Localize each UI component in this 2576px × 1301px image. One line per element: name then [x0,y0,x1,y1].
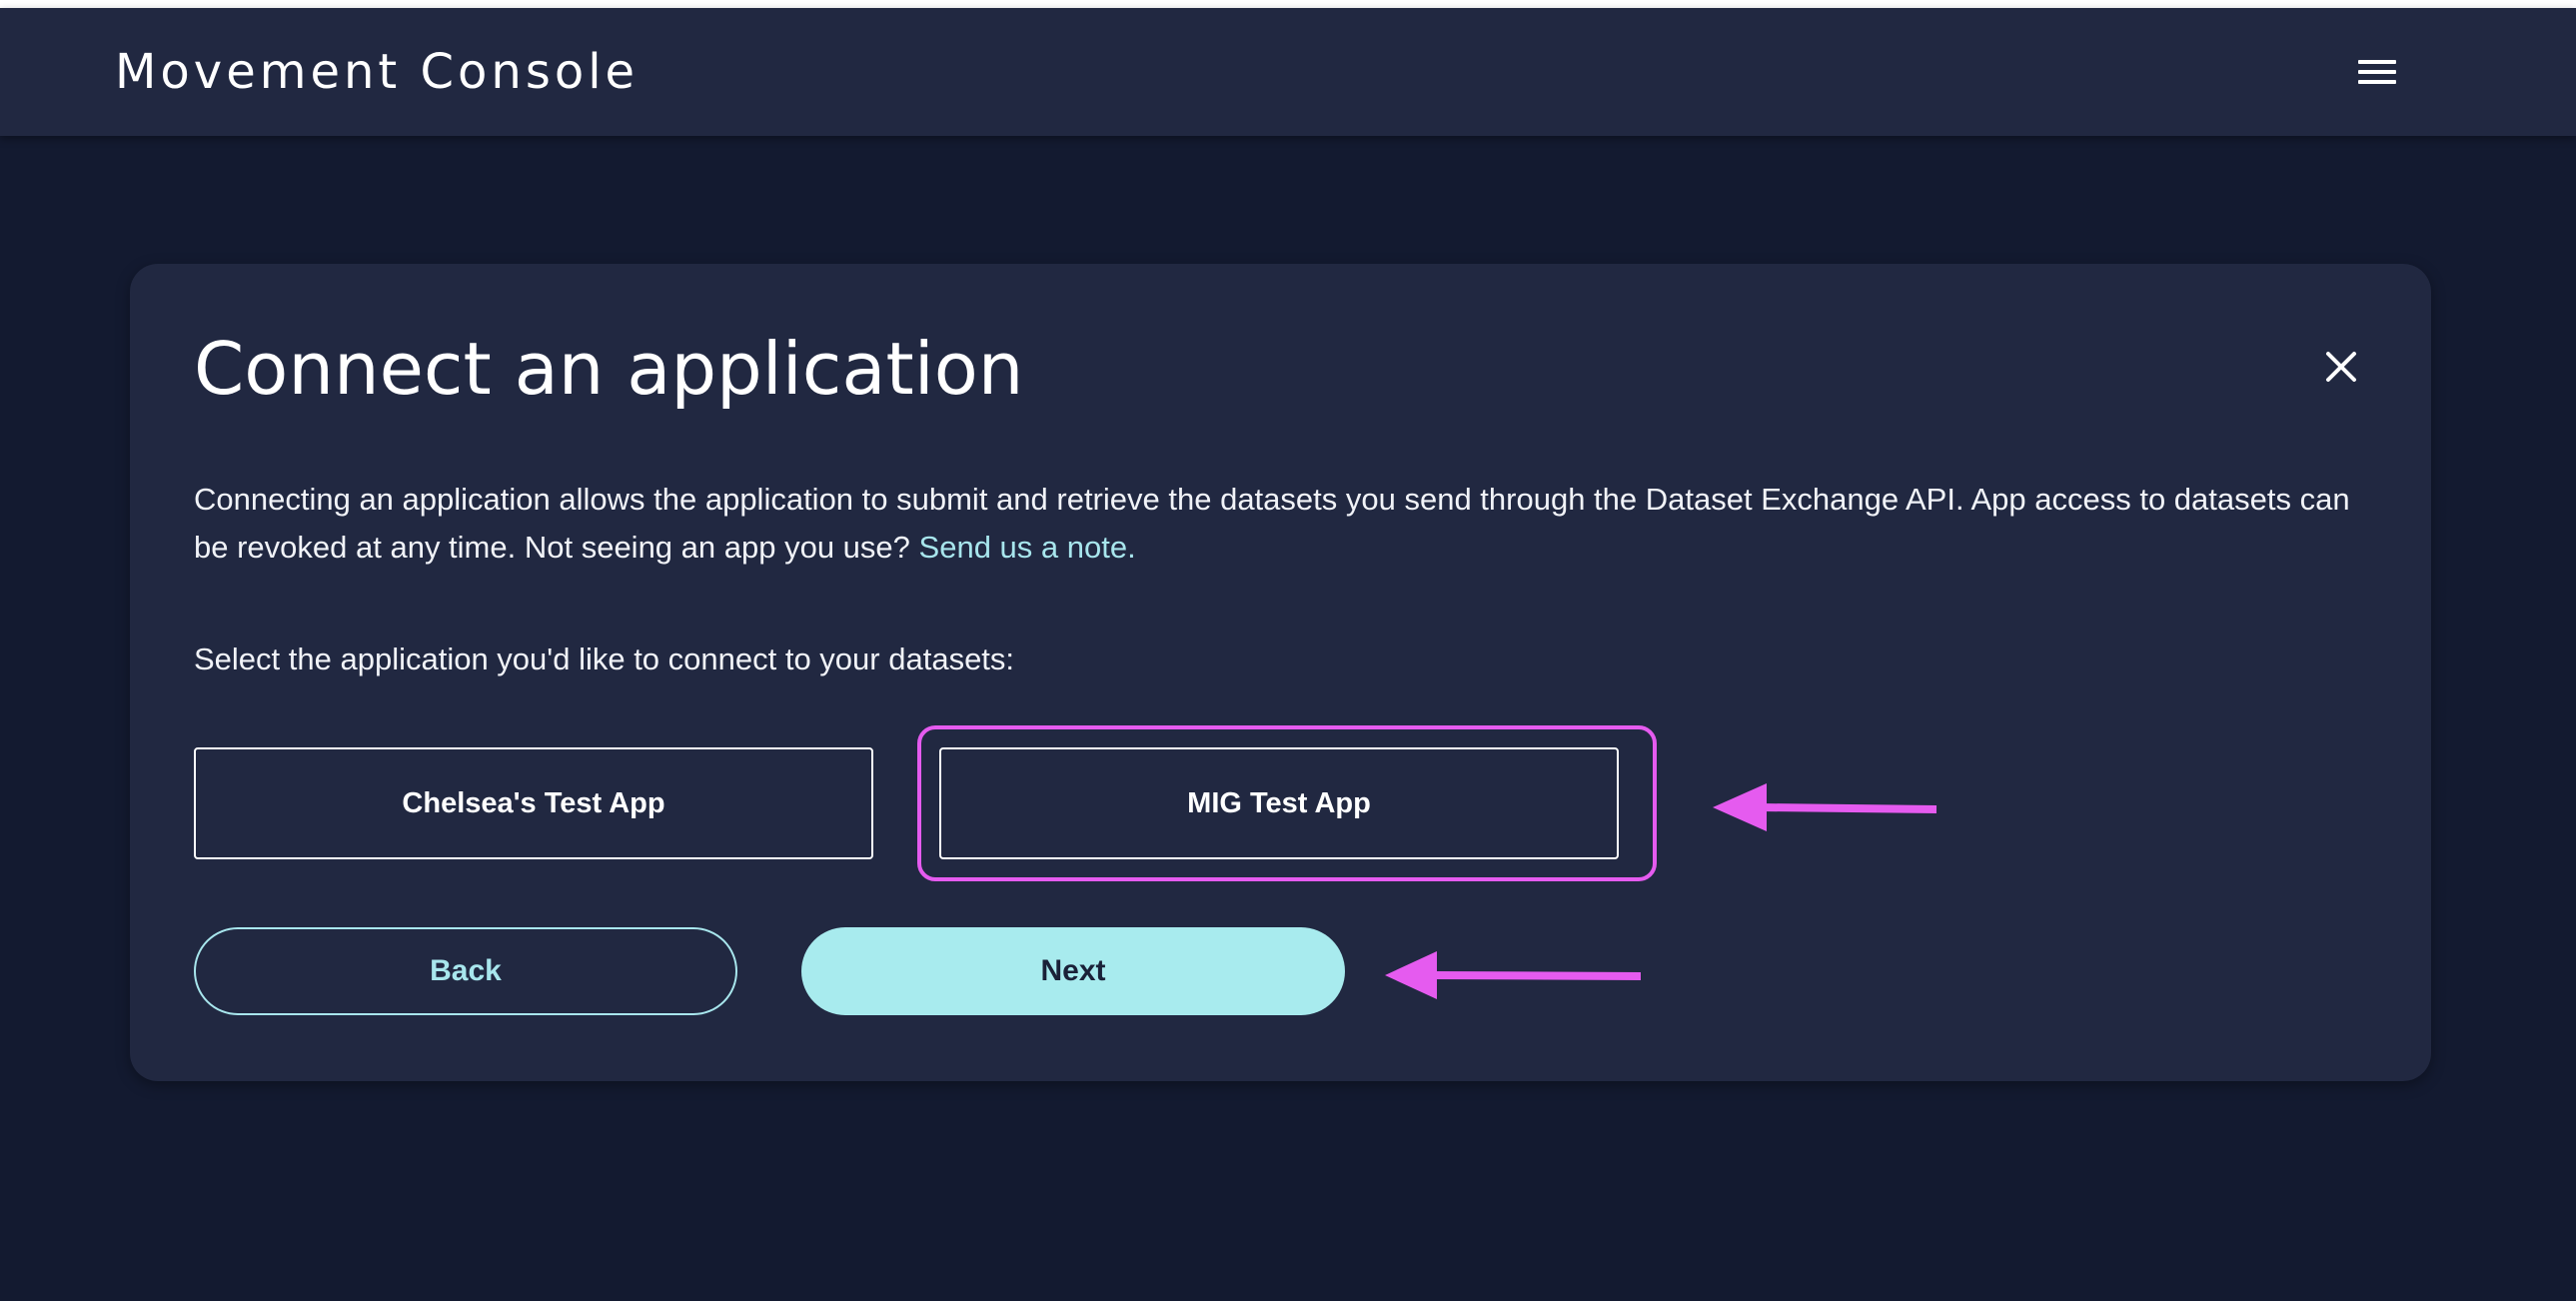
connect-application-dialog: Connect an application Connecting an app… [130,264,2431,1081]
top-strip [0,0,2576,8]
description-text: Connecting an application allows the app… [194,482,2350,565]
dialog-title: Connect an application [194,327,1024,411]
hamburger-menu-icon[interactable] [2358,58,2396,86]
dialog-description: Connecting an application allows the app… [194,476,2392,572]
close-icon[interactable] [2324,350,2358,384]
menu-bar [2358,60,2396,64]
brand-title: Movement Console [115,44,640,100]
app-option-mig-test-app[interactable]: MIG Test App [939,747,1619,859]
back-button[interactable]: Back [194,927,737,1015]
select-prompt: Select the application you'd like to con… [194,642,1015,676]
menu-bar [2358,70,2396,74]
app-option-chelseas-test-app[interactable]: Chelsea's Test App [194,747,873,859]
menu-bar [2358,80,2396,84]
send-note-link[interactable]: Send us a note. [919,530,1136,565]
app-header: Movement Console [0,8,2576,136]
next-button[interactable]: Next [801,927,1345,1015]
